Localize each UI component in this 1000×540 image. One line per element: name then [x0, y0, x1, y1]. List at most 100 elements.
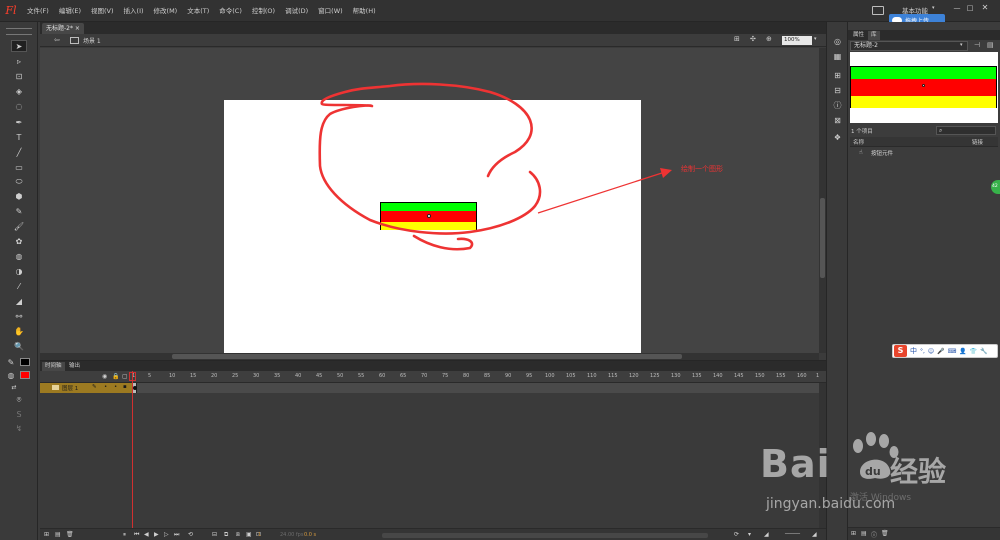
ime-logo[interactable]: S	[894, 345, 907, 357]
column-linkage[interactable]: 链接	[972, 138, 983, 146]
deco-icon[interactable]: ✿	[11, 235, 27, 247]
library-search-input[interactable]: ⌕	[936, 126, 996, 135]
swap-colors-icon[interactable]: ⇄	[9, 381, 19, 393]
center-stage-icon[interactable]: ⊕	[766, 35, 772, 43]
last-frame-icon[interactable]: ⏭	[174, 531, 179, 539]
stage[interactable]	[224, 100, 641, 353]
layer-name[interactable]: 图层 1	[62, 384, 78, 392]
snap-to-objects-icon[interactable]: ⌾	[11, 394, 27, 406]
tab-library[interactable]: 库	[868, 31, 880, 40]
timeline-zoom-slider[interactable]: ─────	[785, 531, 800, 537]
zoom-field[interactable]: 100%	[782, 36, 812, 45]
text-icon[interactable]: T	[11, 131, 27, 143]
next-frame-icon[interactable]: ▷	[164, 531, 169, 538]
eyedropper-icon[interactable]: ⁄	[11, 280, 27, 292]
chevron-down-icon[interactable]: ▾	[814, 36, 817, 42]
components-panel-icon[interactable]: ❖	[832, 132, 843, 143]
edit-scene-icon[interactable]: ⊞	[734, 35, 740, 43]
align-panel-icon[interactable]: ⊞	[832, 70, 843, 81]
frame-rate[interactable]: 24.00 fps	[280, 532, 303, 538]
outline-square[interactable]: ▪	[123, 384, 127, 390]
free-transform-icon[interactable]: ⊡	[11, 70, 27, 82]
layer-row[interactable]: 图层 1 ✎ • • ▪	[40, 383, 132, 393]
frame-size-icon[interactable]: ▾	[748, 531, 751, 538]
ime-mode[interactable]: 中	[910, 346, 917, 356]
chevron-down-icon[interactable]: ▾	[932, 5, 935, 11]
new-folder-icon[interactable]: ▤	[861, 530, 867, 537]
onion-outline-icon[interactable]: ⧈	[236, 531, 240, 539]
punctuation-icon[interactable]: °,	[920, 348, 925, 355]
new-folder-icon[interactable]: ▤	[55, 531, 61, 538]
pin-icon[interactable]: ⊣	[974, 41, 980, 49]
playhead[interactable]	[132, 371, 133, 540]
edit-symbols-icon[interactable]: ✣	[750, 35, 756, 43]
scene-label[interactable]: 场景 1	[83, 36, 101, 45]
menu-insert[interactable]: 插入(I)	[119, 0, 149, 22]
lock-dot[interactable]: •	[114, 384, 117, 390]
3d-rotation-icon[interactable]: ◈	[11, 85, 27, 97]
properties-icon[interactable]: ⓘ	[871, 530, 877, 539]
prev-frame-icon[interactable]: ◀	[144, 531, 149, 538]
side-badge[interactable]: 42	[991, 180, 1000, 194]
loop-icon[interactable]: ⟲	[188, 531, 193, 538]
code-snippets-icon[interactable]: ⊟	[832, 85, 843, 96]
wrench-icon[interactable]: 🔧	[980, 348, 987, 355]
microphone-icon[interactable]: 🎤	[937, 348, 944, 355]
menu-text[interactable]: 文本(T)	[182, 0, 214, 22]
menu-file[interactable]: 文件(F)	[22, 0, 54, 22]
menu-edit[interactable]: 编辑(E)	[54, 0, 86, 22]
pause-icon[interactable]: ⏸	[123, 531, 126, 539]
library-document-select[interactable]: 无标题-2	[850, 41, 968, 51]
scrollbar-thumb[interactable]	[172, 354, 682, 359]
fill-color-swatch[interactable]	[20, 371, 30, 379]
frames-row[interactable]	[132, 383, 826, 393]
current-frame[interactable]: 1	[258, 532, 261, 538]
visibility-dot[interactable]: •	[104, 384, 107, 390]
minimize-button[interactable]: —	[952, 4, 962, 12]
ink-bottle-icon[interactable]: ◑	[11, 265, 27, 277]
zoom-icon[interactable]: 🔍	[11, 340, 27, 352]
new-layer-icon[interactable]: ⊞	[44, 531, 49, 538]
outline-icon[interactable]: ▢	[122, 373, 128, 380]
drawn-shape[interactable]	[380, 202, 477, 230]
stage-vertical-scrollbar[interactable]	[819, 48, 826, 353]
delete-icon[interactable]: 🗑	[881, 530, 889, 537]
zoom-out-icon[interactable]: ◢	[764, 531, 769, 538]
keyboard-icon[interactable]: ⌨	[948, 348, 957, 355]
oval-icon[interactable]: ⬭	[11, 176, 27, 188]
first-frame-icon[interactable]: ⏮	[134, 531, 139, 539]
user-icon[interactable]: 👤	[959, 348, 966, 355]
library-item[interactable]: ☝ 按钮元件	[850, 148, 998, 157]
close-icon[interactable]: ×	[75, 25, 80, 32]
info-panel-icon[interactable]: ⓘ	[832, 100, 843, 111]
maximize-button[interactable]: □	[965, 4, 975, 12]
tab-timeline[interactable]: 时间轴	[42, 362, 65, 371]
chevron-down-icon[interactable]: ▾	[960, 42, 963, 48]
brush-icon[interactable]: 🖌	[11, 220, 27, 232]
center-frame-icon[interactable]: ⊟	[212, 531, 217, 538]
tab-output[interactable]: 输出	[66, 362, 83, 371]
rectangle-icon[interactable]: ▭	[11, 161, 27, 173]
menu-commands[interactable]: 命令(C)	[214, 0, 247, 22]
hand-icon[interactable]: ✋	[11, 325, 27, 337]
play-icon[interactable]: ▶	[154, 531, 159, 538]
emoji-icon[interactable]: ☺	[928, 348, 934, 355]
lasso-icon[interactable]: ◌	[11, 100, 27, 112]
panel-grip[interactable]	[6, 28, 32, 35]
back-icon[interactable]: ⇦	[54, 36, 60, 44]
menu-help[interactable]: 帮助(H)	[348, 0, 381, 22]
workspace-switcher-icon[interactable]	[872, 6, 884, 15]
loop-playback-icon[interactable]: ⟳	[734, 531, 739, 538]
bone-icon[interactable]: ⚯	[11, 310, 27, 322]
menu-debug[interactable]: 调试(D)	[280, 0, 313, 22]
column-name[interactable]: 名称	[853, 138, 864, 146]
edit-multiple-icon[interactable]: ▣	[246, 531, 252, 538]
subselect-icon[interactable]: ▹	[11, 55, 27, 67]
tab-properties[interactable]: 属性	[850, 31, 867, 40]
new-library-icon[interactable]: ▤	[987, 41, 994, 49]
select-icon[interactable]: ➤	[11, 40, 27, 52]
zoom-in-icon[interactable]: ◢	[812, 531, 817, 538]
menu-modify[interactable]: 修改(M)	[149, 0, 183, 22]
menu-view[interactable]: 视图(V)	[86, 0, 119, 22]
polystar-icon[interactable]: ⬢	[11, 190, 27, 202]
